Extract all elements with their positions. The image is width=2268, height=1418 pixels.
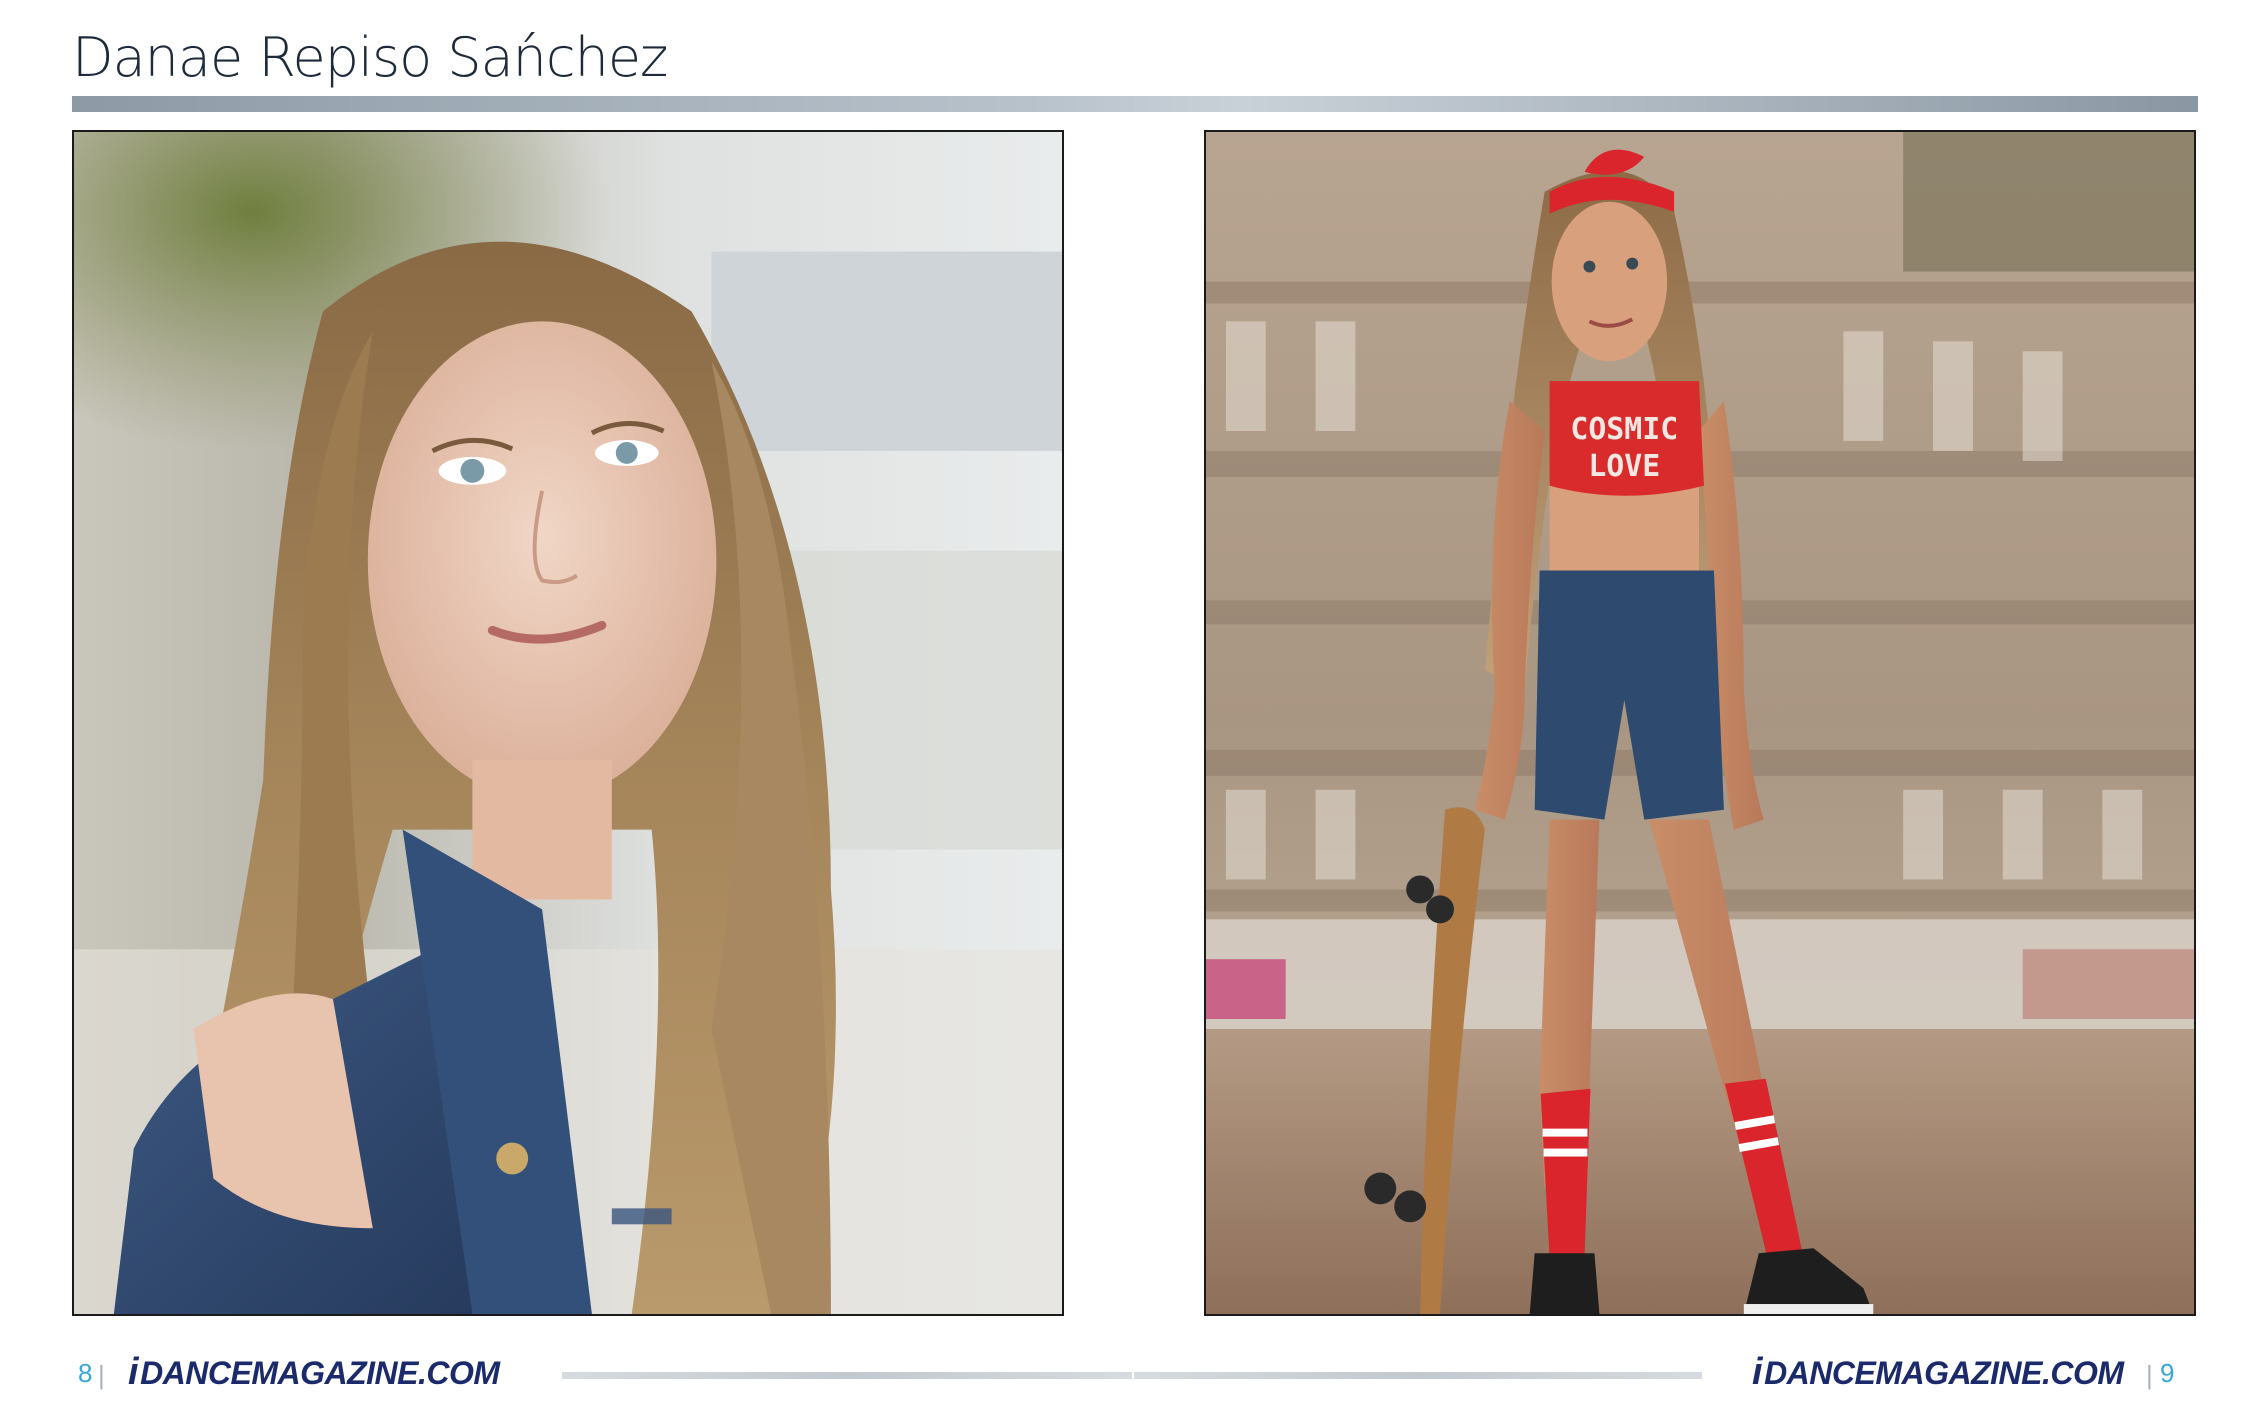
magazine-logo-right: iDANCEMAGAZINE.COM (1752, 1352, 2124, 1393)
logo-i: i (128, 1351, 139, 1393)
page-footer: 8 | iDANCEMAGAZINE.COM iDANCEMAGAZINE.CO… (0, 1352, 2268, 1398)
logo-dance: DANCE (140, 1355, 252, 1391)
logo-com: .COM (418, 1355, 500, 1391)
logo-i: i (1752, 1351, 1763, 1393)
portrait-photo (72, 130, 1064, 1316)
shirt-text-line1: COSMIC (1570, 412, 1678, 447)
skateboard-photo-image: COSMIC LOVE (1206, 132, 2194, 1314)
footer-divider-left (562, 1372, 1132, 1379)
logo-dance: DANCE (1764, 1355, 1876, 1391)
magazine-logo-left: iDANCEMAGAZINE.COM (128, 1352, 500, 1393)
right-page-separator: | (2146, 1360, 2153, 1390)
skateboard-photo: COSMIC LOVE (1204, 130, 2196, 1316)
left-page-separator: | (98, 1360, 105, 1390)
footer-divider-right (1134, 1372, 1702, 1379)
logo-magazine: MAGAZINE (1875, 1355, 2042, 1391)
title-underline (72, 96, 2198, 112)
left-page-number: 8 (78, 1358, 93, 1388)
logo-magazine: MAGAZINE (251, 1355, 418, 1391)
right-page-number: 9 (2160, 1358, 2175, 1388)
magazine-spread: Danae Repiso Sańchez COSMIC LOVE 8 | iDA… (0, 0, 2268, 1418)
portrait-photo-image (74, 132, 1062, 1314)
shirt-text-line2: LOVE (1588, 449, 1660, 484)
logo-com: .COM (2042, 1355, 2124, 1391)
page-title: Danae Repiso Sańchez (72, 26, 668, 89)
